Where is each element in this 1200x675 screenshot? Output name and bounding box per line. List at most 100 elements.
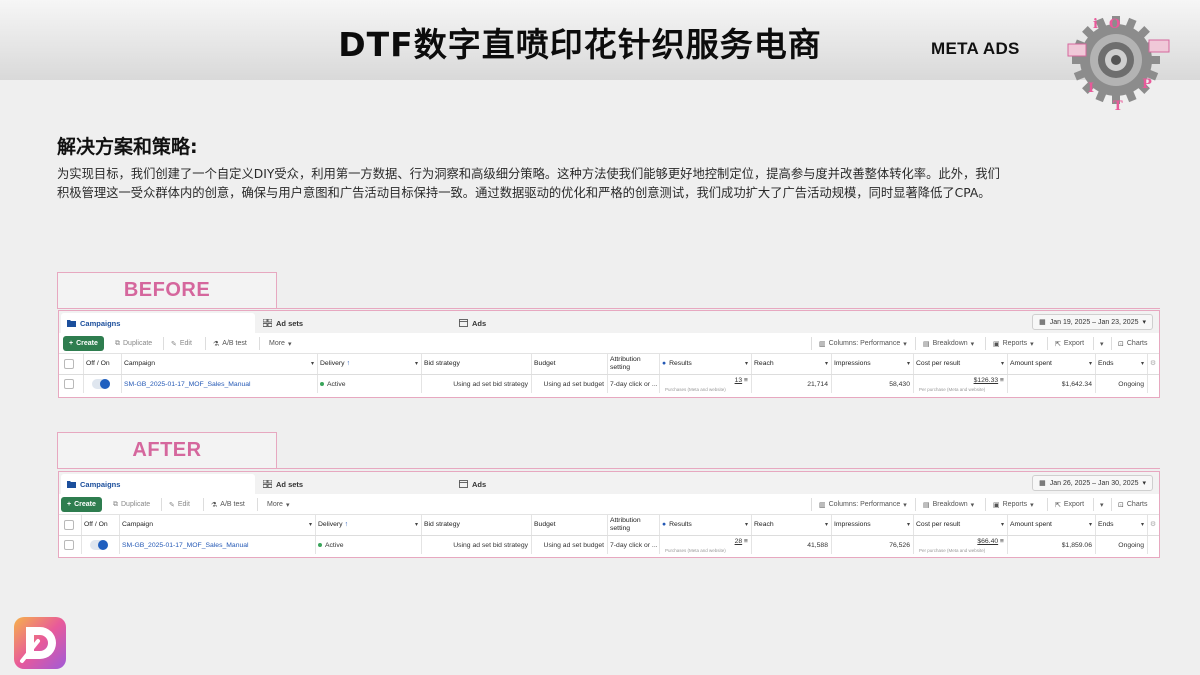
column-campaign[interactable]: Campaign ▾ xyxy=(119,515,315,535)
column-impressions[interactable]: Impressions ▾ xyxy=(831,354,913,374)
column-ends[interactable]: Ends ▾ xyxy=(1095,515,1147,535)
tab-ads[interactable]: Ads xyxy=(453,313,647,333)
column-cost-per-result[interactable]: Cost per result ▾ xyxy=(913,354,1007,374)
column-cost-per-result[interactable]: Cost per result ▾ xyxy=(913,515,1007,535)
duplicate-button[interactable]: ⧉ Duplicate xyxy=(111,336,156,351)
more-label: More xyxy=(269,340,285,347)
column-delivery[interactable]: Delivery ↑ ▾ xyxy=(317,354,421,374)
tab-ad-sets[interactable]: Ad sets xyxy=(257,474,451,494)
chevron-down-icon: ▾ xyxy=(906,522,910,528)
column-amount-spent[interactable]: Amount spent ▾ xyxy=(1007,515,1095,535)
tab-ads[interactable]: Ads xyxy=(453,474,647,494)
chevron-down-icon: ▾ xyxy=(310,361,314,367)
row-checkbox[interactable] xyxy=(61,536,83,554)
row-checkbox[interactable] xyxy=(61,375,83,393)
table-row[interactable]: SM-GB_2025-01-17_MOF_Sales_Manual Active… xyxy=(59,536,1159,554)
tab-campaigns[interactable]: Campaigns xyxy=(61,474,255,494)
chevron-down-icon: ▾ xyxy=(744,361,748,367)
toolbar-divider xyxy=(811,337,812,350)
column-ends-label: Ends xyxy=(1098,521,1114,528)
toolbar-divider xyxy=(1093,337,1094,350)
column-delivery[interactable]: Delivery ↑ ▾ xyxy=(315,515,421,535)
bid-strategy-value: Using ad set bid strategy xyxy=(453,541,528,549)
column-cost-per-result-label: Cost per result xyxy=(916,521,961,528)
campaign-name-link[interactable]: SM-GB_2025-01-17_MOF_Sales_Manual xyxy=(119,536,315,554)
column-ends[interactable]: Ends ▾ xyxy=(1095,354,1147,374)
column-impressions-label: Impressions xyxy=(834,360,871,367)
duplicate-button[interactable]: ⧉ Duplicate xyxy=(109,497,154,512)
ab-test-button[interactable]: ⚗ A/B test xyxy=(209,336,251,351)
tab-campaigns[interactable]: Campaigns xyxy=(61,313,255,333)
chart-icon: ⊡ xyxy=(1118,501,1124,509)
tab-campaigns-label: Campaigns xyxy=(80,318,121,328)
export-dropdown-button[interactable]: ▾ xyxy=(1096,336,1108,351)
column-attribution[interactable]: Attribution setting xyxy=(607,515,659,535)
breakdown-label: Breakdown xyxy=(932,501,968,508)
duplicate-icon: ⧉ xyxy=(115,339,120,347)
tab-ad-sets[interactable]: Ad sets xyxy=(257,313,451,333)
column-attribution[interactable]: Attribution setting xyxy=(607,354,659,374)
column-amount-spent[interactable]: Amount spent ▾ xyxy=(1007,354,1095,374)
toolbar-divider xyxy=(259,337,260,350)
export-button[interactable]: ⇱ Export xyxy=(1051,497,1088,512)
chevron-down-icon: ▾ xyxy=(1088,361,1092,367)
column-bid-strategy[interactable]: Bid strategy xyxy=(421,354,531,374)
more-button[interactable]: More ▾ xyxy=(263,497,293,512)
column-settings-icon[interactable]: ⚙ xyxy=(1147,354,1159,374)
tabs-row: Campaigns Ad sets Ads ▦ Jan 26, 2025 – J… xyxy=(59,472,1159,494)
column-budget[interactable]: Budget xyxy=(531,515,607,535)
campaign-toggle[interactable] xyxy=(87,536,119,554)
toolbar-divider xyxy=(203,498,204,511)
ends-value: Ongoing xyxy=(1118,380,1144,388)
column-reach[interactable]: Reach ▾ xyxy=(751,515,831,535)
column-off-on[interactable]: Off / On xyxy=(81,515,119,535)
toggle-switch xyxy=(90,540,108,550)
columns-button[interactable]: ▥ Columns: Performance ▾ xyxy=(815,497,911,512)
create-button[interactable]: + Create xyxy=(61,497,102,512)
column-campaign-label: Campaign xyxy=(124,360,155,367)
campaign-name-link[interactable]: SM-GB_2025-01-17_MOF_Sales_Manual xyxy=(121,375,317,393)
column-off-on[interactable]: Off / On xyxy=(83,354,121,374)
breakdown-button[interactable]: ▤ Breakdown ▾ xyxy=(919,497,978,512)
columns-button[interactable]: ▥ Columns: Performance ▾ xyxy=(815,336,911,351)
reports-icon: ▣ xyxy=(993,501,1000,509)
grid-icon xyxy=(263,319,272,327)
date-range-picker[interactable]: ▦ Jan 19, 2025 – Jan 23, 2025 ▾ xyxy=(1032,314,1153,330)
column-reach[interactable]: Reach ▾ xyxy=(751,354,831,374)
date-range-picker[interactable]: ▦ Jan 26, 2025 – Jan 30, 2025 ▾ xyxy=(1032,475,1153,491)
chevron-down-icon: ▾ xyxy=(1100,340,1104,348)
toolbar-divider xyxy=(915,337,916,350)
bid-strategy-value: Using ad set bid strategy xyxy=(453,380,528,388)
table-row[interactable]: SM-GB_2025-01-17_MOF_Sales_Manual Active… xyxy=(59,375,1159,393)
charts-button[interactable]: ⊡ Charts xyxy=(1114,497,1152,512)
column-results[interactable]: ● Results ▾ xyxy=(659,515,751,535)
ab-test-button[interactable]: ⚗ A/B test xyxy=(207,497,249,512)
edit-button[interactable]: ✎ Edit xyxy=(165,497,194,512)
select-all-checkbox[interactable] xyxy=(61,354,83,374)
column-campaign[interactable]: Campaign ▾ xyxy=(121,354,317,374)
select-all-checkbox[interactable] xyxy=(61,515,83,535)
reports-button[interactable]: ▣ Reports ▾ xyxy=(989,497,1038,512)
duplicate-label: Duplicate xyxy=(123,340,153,347)
export-icon: ⇱ xyxy=(1055,501,1061,509)
export-button[interactable]: ⇱ Export xyxy=(1051,336,1088,351)
more-button[interactable]: More ▾ xyxy=(265,336,295,351)
toolbar: + Create ⧉ Duplicate ✎ Edit ⚗ A/B test M… xyxy=(59,494,1159,515)
campaign-toggle[interactable] xyxy=(89,375,121,393)
export-dropdown-button[interactable]: ▾ xyxy=(1096,497,1108,512)
column-impressions[interactable]: Impressions ▾ xyxy=(831,515,913,535)
column-results[interactable]: ● Results ▾ xyxy=(659,354,751,374)
chevron-down-icon: ▾ xyxy=(414,522,418,528)
reports-button[interactable]: ▣ Reports ▾ xyxy=(989,336,1038,351)
column-bid-strategy[interactable]: Bid strategy xyxy=(421,515,531,535)
breakdown-icon: ▤ xyxy=(923,501,930,509)
column-settings-icon[interactable]: ⚙ xyxy=(1147,515,1159,535)
status-dot-icon xyxy=(320,382,324,386)
edit-button[interactable]: ✎ Edit xyxy=(167,336,196,351)
gear-logo-icon: O P T I i xyxy=(1067,16,1170,112)
column-budget[interactable]: Budget xyxy=(531,354,607,374)
attribution-value: 7-day click or ... xyxy=(610,380,658,388)
create-button[interactable]: + Create xyxy=(63,336,104,351)
breakdown-button[interactable]: ▤ Breakdown ▾ xyxy=(919,336,978,351)
charts-button[interactable]: ⊡ Charts xyxy=(1114,336,1152,351)
